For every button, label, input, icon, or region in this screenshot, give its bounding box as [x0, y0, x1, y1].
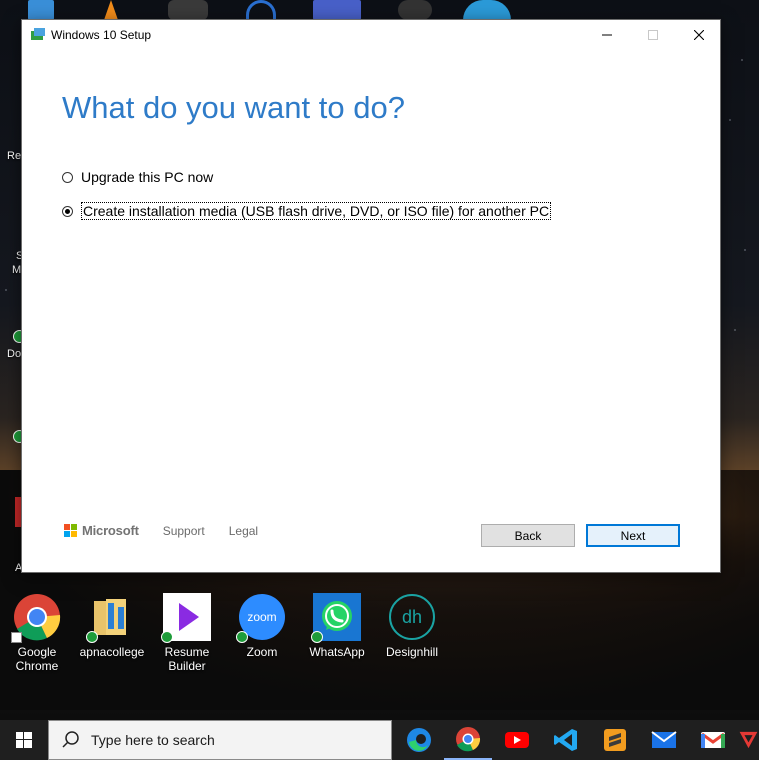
desktop-icon-designhill[interactable]: dh Designhill: [377, 593, 447, 659]
whatsapp-icon: [311, 593, 361, 643]
option-upgrade-label[interactable]: Upgrade this PC now: [81, 169, 213, 185]
option-create-media[interactable]: Create installation media (USB flash dri…: [62, 202, 552, 220]
minimize-icon: [602, 34, 612, 36]
search-placeholder: Type here to search: [91, 732, 215, 748]
zoom-icon: zoom: [236, 593, 286, 643]
page-heading: What do you want to do?: [62, 90, 405, 125]
sync-check-icon: [86, 631, 98, 643]
setup-app-icon: [31, 28, 45, 40]
windows-logo-icon: [16, 732, 32, 748]
window-footer: Microsoft Support Legal: [64, 523, 282, 538]
radio-selected-dot: [65, 208, 70, 214]
option-create-media-label[interactable]: Create installation media (USB flash dri…: [81, 202, 552, 220]
next-button[interactable]: Next: [586, 524, 680, 547]
partial-top-icon[interactable]: [398, 0, 432, 20]
folder-icon: [86, 593, 136, 643]
edge-label: M: [12, 264, 22, 276]
svg-text:zoom: zoom: [247, 610, 276, 624]
desktop-icon-label: apnacollege: [79, 645, 145, 659]
desktop-icon-zoom[interactable]: zoom Zoom: [227, 593, 297, 659]
designhill-icon: dh: [388, 593, 436, 641]
desktop-icon-apnacollege[interactable]: apnacollege: [77, 593, 147, 659]
close-icon: [694, 30, 704, 40]
desktop-icon-resume-builder[interactable]: Resume Builder: [152, 593, 222, 673]
edge-label: Re: [7, 150, 22, 162]
option-upgrade[interactable]: Upgrade this PC now: [62, 169, 213, 185]
gmail-icon[interactable]: [689, 720, 737, 760]
mail-icon[interactable]: [640, 720, 688, 760]
desktop-icon-label: Designhill: [385, 645, 439, 659]
radio-create-media[interactable]: [62, 205, 73, 217]
partial-top-icon[interactable]: [313, 0, 361, 20]
desktop-icon-chrome[interactable]: Google Chrome: [2, 593, 72, 673]
window-title: Windows 10 Setup: [51, 28, 152, 42]
partial-top-icon[interactable]: [168, 0, 208, 20]
sublime-icon[interactable]: [591, 720, 639, 760]
sync-check-icon: [236, 631, 248, 643]
desktop-icon-label: Google Chrome: [15, 645, 59, 673]
microsoft-logo-icon: [64, 524, 77, 537]
back-button[interactable]: Back: [481, 524, 575, 547]
taskbar: Type here to search: [0, 720, 759, 760]
partial-top-icon[interactable]: [28, 0, 54, 20]
chrome-icon: [11, 593, 61, 643]
sync-check-icon: [161, 631, 173, 643]
shortcut-arrow-icon: [11, 632, 22, 643]
youtube-icon[interactable]: [493, 720, 541, 760]
svg-text:dh: dh: [402, 607, 422, 627]
sync-check-icon: [311, 631, 323, 643]
close-button[interactable]: [676, 20, 722, 50]
radio-upgrade[interactable]: [62, 171, 73, 183]
microsoft-brand: Microsoft: [82, 523, 139, 538]
edge-icon[interactable]: [395, 720, 443, 760]
chrome-icon[interactable]: [444, 720, 492, 760]
red-app-icon[interactable]: [738, 720, 759, 760]
support-link[interactable]: Support: [163, 524, 205, 538]
title-bar[interactable]: Windows 10 Setup: [22, 20, 720, 50]
resume-builder-icon: [161, 593, 211, 643]
desktop-icon-label: Zoom: [246, 645, 278, 659]
search-icon: [62, 731, 79, 748]
edge-label: Do: [7, 348, 22, 360]
legal-link[interactable]: Legal: [229, 524, 258, 538]
taskbar-search-box[interactable]: Type here to search: [48, 720, 392, 760]
desktop-icon-label: Resume Builder: [164, 645, 210, 673]
desktop-icon-label: WhatsApp: [309, 645, 365, 659]
vscode-icon[interactable]: [542, 720, 590, 760]
minimize-button[interactable]: [584, 20, 630, 50]
maximize-button[interactable]: [630, 20, 676, 50]
desktop-icon-whatsapp[interactable]: WhatsApp: [302, 593, 372, 659]
maximize-icon: [648, 30, 658, 40]
setup-window: Windows 10 Setup What do you want to do?…: [21, 19, 721, 573]
start-button[interactable]: [0, 720, 48, 760]
